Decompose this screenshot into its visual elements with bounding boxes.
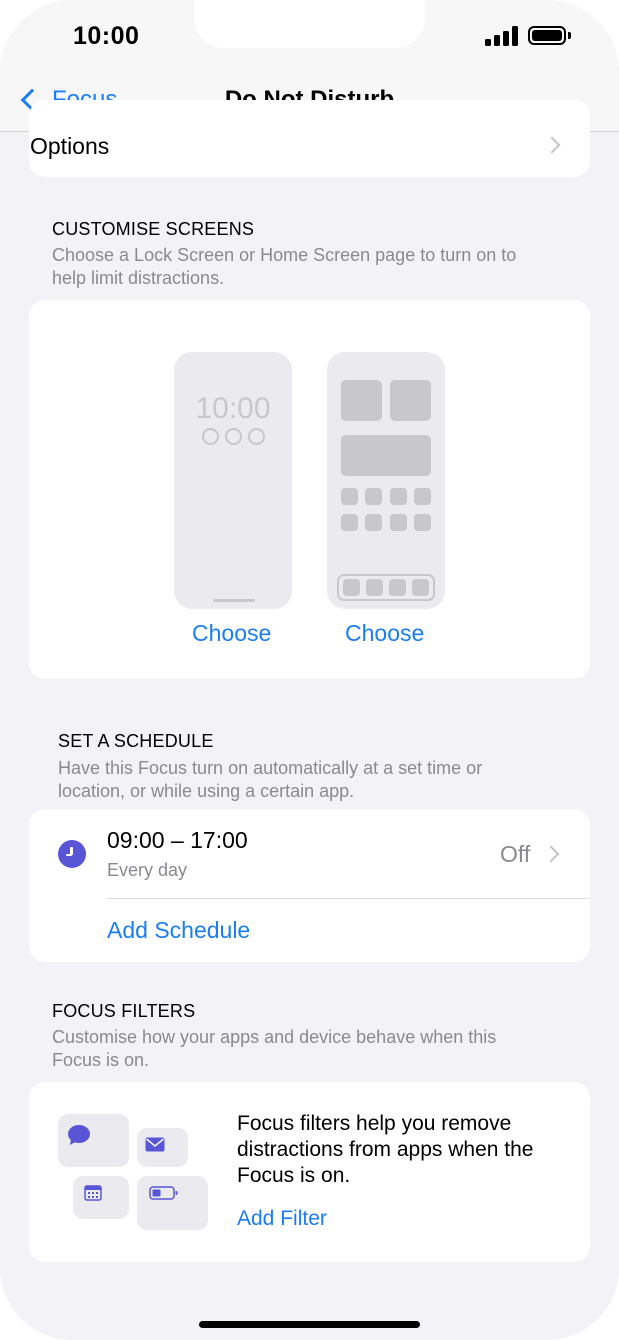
choose-home-screen-button[interactable]: Choose	[345, 620, 424, 647]
calendar-icon	[84, 1185, 102, 1201]
schedule-description-line1: Have this Focus turn on automatically at…	[58, 758, 483, 778]
app-placeholder	[341, 514, 358, 531]
battery-cap	[568, 32, 571, 39]
filters-section-title: FOCUS FILTERS	[52, 1001, 196, 1021]
notch	[194, 0, 425, 48]
battery-icon	[149, 1186, 178, 1200]
filters-description-line2: Focus is on.	[52, 1050, 150, 1070]
customise-description-line2: help limit distractions.	[52, 268, 225, 288]
status-time: 10:00	[73, 22, 140, 50]
divider	[107, 898, 590, 899]
filters-info-text: Focus filters help you remove distractio…	[237, 1112, 534, 1187]
lock-preview-home-bar	[213, 599, 255, 602]
battery-icon	[528, 26, 566, 45]
lock-preview-time: 10:00	[195, 392, 271, 425]
phone-screen: 10:00 Do Not Disturb Focus Options CUSTO…	[0, 0, 619, 1340]
lock-screen-preview[interactable]: 10:00	[174, 352, 292, 609]
home-indicator[interactable]	[199, 1321, 420, 1328]
app-placeholder	[390, 514, 407, 531]
options-row[interactable]	[29, 100, 590, 177]
customise-section-title: CUSTOMISE SCREENS	[52, 219, 255, 239]
filter-tile	[137, 1176, 208, 1230]
schedule-section-title: SET A SCHEDULE	[58, 731, 214, 751]
customise-description-line1: Choose a Lock Screen or Home Screen page…	[52, 245, 517, 265]
widget-placeholder	[390, 380, 431, 421]
options-label: Options	[30, 133, 110, 159]
mail-icon	[145, 1137, 165, 1152]
schedule-days: Every day	[107, 860, 188, 880]
app-placeholder	[341, 488, 358, 505]
add-schedule-button[interactable]: Add Schedule	[107, 917, 250, 944]
dock-placeholder	[337, 574, 435, 601]
home-screen-preview[interactable]	[327, 352, 445, 609]
app-placeholder	[390, 488, 407, 505]
app-placeholder	[414, 488, 431, 505]
widget-placeholder	[341, 380, 382, 421]
lock-preview-widgets	[202, 428, 265, 445]
app-placeholder	[365, 488, 382, 505]
clock-icon	[58, 840, 86, 868]
widget-placeholder	[341, 435, 431, 476]
choose-lock-screen-button[interactable]: Choose	[192, 620, 271, 647]
app-placeholder	[365, 514, 382, 531]
screens-card	[29, 300, 590, 679]
message-icon	[68, 1125, 90, 1145]
cellular-signal-icon	[485, 26, 519, 46]
schedule-time-range[interactable]: 09:00 – 17:00	[107, 827, 248, 854]
add-filter-button[interactable]: Add Filter	[237, 1207, 327, 1231]
app-placeholder	[414, 514, 431, 531]
filters-description-line1: Customise how your apps and device behav…	[52, 1027, 497, 1047]
schedule-description-line2: location, or while using a certain app.	[58, 781, 355, 801]
schedule-status: Off	[500, 841, 531, 867]
